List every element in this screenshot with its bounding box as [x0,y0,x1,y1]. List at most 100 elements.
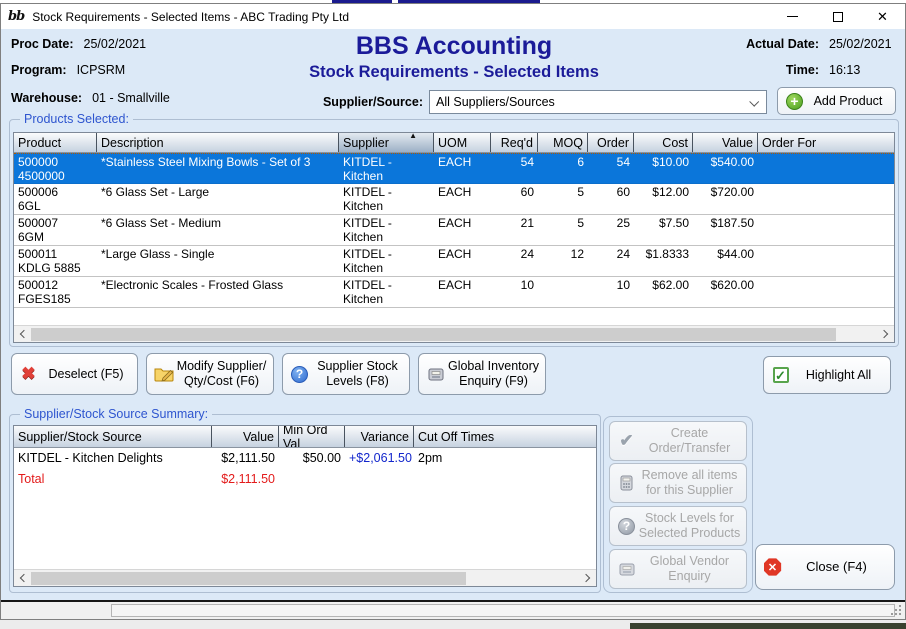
cell-product: 500000 4500000 [14,154,97,183]
modify-supplier-qty-cost-button[interactable]: Modify Supplier/ Qty/Cost (F6) [146,353,274,395]
table-row[interactable]: 500011 KDLG 5885 *Large Glass - Single K… [14,246,894,277]
scrollbar-thumb[interactable] [31,328,836,341]
cell-supplier: KITDEL - Kitchen Delights [339,277,434,307]
background-window-fragment [0,620,906,629]
cell-moq: 12 [538,246,588,276]
register-icon [615,558,638,580]
column-header-variance[interactable]: Variance [345,426,414,447]
supplier-stock-levels-button[interactable]: ? Supplier Stock Levels (F8) [282,353,410,395]
summary-row[interactable]: KITDEL - Kitchen Delights $2,111.50 $50.… [14,448,596,469]
page-title: Stock Requirements - Selected Items [189,63,719,82]
cell-description: *Large Glass - Single [97,246,339,276]
global-vendor-enquiry-button[interactable]: Global Vendor Enquiry [609,549,747,589]
cell-supplier: KITDEL - Kitchen Delights [339,184,434,214]
supplier-source-select[interactable]: All Suppliers/Sources [429,90,767,114]
deselect-button[interactable]: ✖ Deselect (F5) [11,353,138,395]
column-header-order[interactable]: Order [588,133,634,152]
cell-value: $620.00 [693,277,758,307]
column-header-description[interactable]: Description [97,133,339,152]
scroll-right-arrow[interactable] [579,570,596,587]
cell-value: $44.00 [693,246,758,276]
horizontal-scrollbar[interactable] [14,325,894,342]
time-label: Time: [701,63,819,77]
global-inventory-enquiry-button[interactable]: Global Inventory Enquiry (F9) [418,353,546,395]
cell-supplier: KITDEL - Kitchen Delights [339,154,434,183]
order-actions-panel: ✔ Create Order/Transfer Remove all items… [603,416,753,593]
column-header-min-ord-val[interactable]: Min Ord Val [279,426,345,447]
column-header-product[interactable]: Product [14,133,97,152]
remove-all-items-button[interactable]: Remove all items for this Supplier [609,463,747,503]
warehouse-label: Warehouse: [11,91,82,105]
actual-date-value: 25/02/2021 [829,37,892,51]
client-area: Proc Date: 25/02/2021 Program: ICPSRM Wa… [1,29,905,602]
maximize-button[interactable] [815,4,860,29]
horizontal-scrollbar[interactable] [14,569,596,586]
scroll-left-arrow[interactable] [14,570,31,587]
scroll-left-arrow[interactable] [14,326,31,343]
cell-product: 500011 KDLG 5885 [14,246,97,276]
table-row[interactable]: 500007 6GM *6 Glass Set - Medium KITDEL … [14,215,894,246]
cell-description: *Stainless Steel Mixing Bowls - Set of 3 [97,154,339,183]
scroll-right-arrow[interactable] [877,326,894,343]
stock-levels-selected-button[interactable]: ? Stock Levels for Selected Products [609,506,747,546]
cell-description: *6 Glass Set - Large [97,184,339,214]
products-selected-group: Products Selected: Product Description S… [9,119,899,347]
column-header-value[interactable]: Value [212,426,279,447]
cell-cost: $62.00 [634,277,693,307]
help-icon: ? [288,363,311,385]
cell-product: 500007 6GM [14,215,97,245]
cell-order: 60 [588,184,634,214]
resize-grip[interactable] [891,605,902,616]
time-value: 16:13 [829,63,860,77]
column-header-supplier[interactable]: Supplier ▲ [339,133,434,152]
background-text-fragment [630,623,906,629]
create-order-transfer-button[interactable]: ✔ Create Order/Transfer [609,421,747,461]
app-logo-icon: bb [8,9,24,24]
close-button[interactable]: ✕ Close (F4) [755,544,895,590]
stop-icon: ✕ [761,556,784,578]
actual-date-label: Actual Date: [701,37,819,51]
column-header-reqd[interactable]: Req'd [491,133,538,152]
supplier-summary-group: Supplier/Stock Source Summary: Supplier/… [9,414,601,593]
summary-total-row: Total $2,111.50 [14,469,596,490]
cell-moq: 5 [538,215,588,245]
cell-cost: $7.50 [634,215,693,245]
table-row[interactable]: 500000 4500000 *Stainless Steel Mixing B… [14,153,894,184]
cell-description: *6 Glass Set - Medium [97,215,339,245]
folder-edit-icon [152,363,175,385]
cell-order: 24 [588,246,634,276]
column-header-cost[interactable]: Cost [634,133,693,152]
plus-icon: + [783,90,806,112]
minimize-button[interactable] [770,4,815,29]
cell-value: $2,111.50 [212,448,279,469]
cell-value: $2,111.50 [212,469,279,490]
cell-moq: 5 [538,184,588,214]
column-header-source[interactable]: Supplier/Stock Source [14,426,212,447]
products-table: Product Description Supplier ▲ UOM Req'd… [13,132,895,343]
summary-table-header: Supplier/Stock Source Value Min Ord Val … [14,426,596,448]
highlight-all-button[interactable]: ✓ Highlight All [763,356,891,394]
column-header-order-for[interactable]: Order For [758,133,894,152]
table-row[interactable]: 500012 FGES185 *Electronic Scales - Fros… [14,277,894,308]
cell-cost: $1.8333 [634,246,693,276]
supplier-source-label: Supplier/Source: [289,95,423,109]
column-header-moq[interactable]: MOQ [538,133,588,152]
status-panel [111,604,895,617]
app-window: bb Stock Requirements - Selected Items -… [0,3,906,620]
column-header-cut-off-times[interactable]: Cut Off Times [414,426,596,447]
check-icon: ✔ [615,430,638,452]
cell-uom: EACH [434,246,491,276]
column-header-uom[interactable]: UOM [434,133,491,152]
add-product-button[interactable]: + Add Product [777,87,896,115]
app-title: BBS Accounting [239,32,669,61]
cell-uom: EACH [434,215,491,245]
column-header-value[interactable]: Value [693,133,758,152]
scrollbar-thumb[interactable] [31,572,466,585]
cell-min-ord-val: $50.00 [279,448,345,469]
calculator-icon [615,472,638,494]
close-window-button[interactable]: ✕ [860,4,905,29]
cell-product: 500012 FGES185 [14,277,97,307]
cell-reqd: 60 [491,184,538,214]
table-row[interactable]: 500006 6GL *6 Glass Set - Large KITDEL -… [14,184,894,215]
checkbox-icon: ✓ [769,364,792,386]
